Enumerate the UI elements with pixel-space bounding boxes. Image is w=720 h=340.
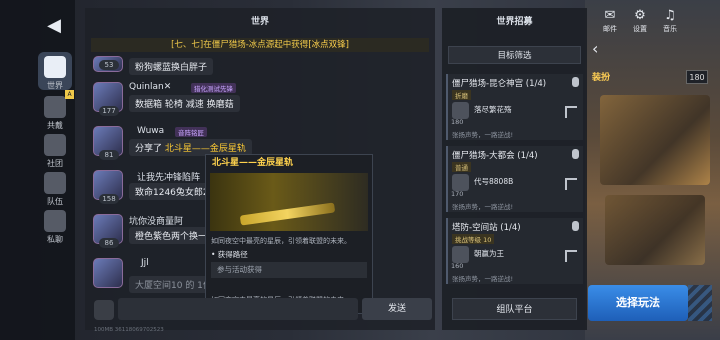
obtain-path[interactable]: 参与活动获得 [211, 262, 367, 278]
item-tooltip: 北斗星——金辰星轨 如同夜空中最亮的星辰，引领着联盟的未来。 • 获得路径 参与… [205, 154, 373, 314]
mail-icon: ✉ [604, 8, 616, 23]
back-arrow-icon[interactable]: ◀ [44, 16, 64, 36]
crate-level-badge: 180 [686, 70, 708, 84]
announcement-item[interactable]: [冰点双锋] [308, 40, 349, 50]
gear-icon: ⚙ [634, 8, 646, 23]
team-platform-button[interactable]: 组队平台 [452, 298, 577, 320]
top-icon-bar: ✉ 邮件 ⚙ 设置 ♫ 音乐 [596, 8, 720, 38]
level-badge: 158 [99, 194, 119, 204]
recruit-note: 张扬声势，一路逆战! [452, 131, 514, 139]
difficulty-tag: 普通 [452, 162, 471, 172]
chat-bubble-icon [44, 210, 66, 232]
sidebar-item-private[interactable]: 私聊 [40, 210, 70, 245]
planet-icon [44, 56, 66, 78]
weapon-image [210, 173, 368, 231]
level-badge: 53 [99, 60, 119, 70]
music-label: 音乐 [663, 25, 677, 33]
select-mode-button[interactable]: 选择玩法 [588, 285, 688, 321]
username[interactable]: Quinlan✕ [129, 82, 171, 92]
mail-label: 邮件 [603, 25, 617, 33]
username[interactable]: Wuwa [137, 126, 164, 136]
avatar[interactable] [93, 258, 123, 288]
host-avatar [452, 246, 469, 263]
host-name: 朝赢为王 [474, 249, 504, 258]
recruit-panel: 世界招募 目标筛选 僵尸猎场-昆仑神宫 (1/4) 折磨 180 落尽繁花殇 张… [442, 8, 587, 330]
play-button-decoration [688, 285, 712, 321]
music-icon: ♫ [664, 8, 676, 23]
level-badge: 177 [99, 106, 119, 116]
username[interactable]: 坑你没商量阿 [129, 214, 183, 227]
title-tag: 音阵铭匠 [175, 127, 207, 137]
flag-icon [44, 96, 66, 118]
system-announcement: [七、七]在僵尸猎场-冰点源起中获得[冰点双锋] [91, 38, 429, 52]
message-text: 粉狗螺蓝换白胖子 [129, 58, 214, 75]
shared-item-link[interactable]: 北斗星——金辰星轨 [165, 144, 246, 154]
share-prefix: 分享了 [135, 144, 165, 154]
title-tag: 猎化测试先锋 [191, 83, 236, 93]
sidebar-item-world[interactable]: 世界 [40, 56, 70, 91]
host-name: 落尽繁花殇 [474, 105, 512, 114]
item-title: 北斗星——金辰星轨 [212, 158, 294, 168]
send-button[interactable]: 发送 [362, 298, 432, 320]
new-badge: A [65, 90, 74, 99]
settings-button[interactable]: ⚙ 设置 [626, 8, 654, 34]
weapon-crate-image[interactable] [600, 95, 710, 185]
recruit-card[interactable]: 僵尸猎场-昆仑神宫 (1/4) 折磨 180 落尽繁花殇 张扬声势，一路逆战! [446, 74, 583, 140]
room-name: 僵尸猎场-大都会 (1/4) [452, 151, 538, 161]
mic-icon [572, 149, 579, 159]
host-name: 代号8808B [474, 177, 514, 186]
sidebar-item-share[interactable]: 共戴 [40, 96, 70, 131]
level-badge: 86 [99, 238, 119, 248]
join-flag-icon[interactable] [565, 178, 577, 190]
announcement-text: [七、七]在僵尸猎场-冰点源起中获得 [171, 40, 309, 50]
chevron-left-icon[interactable]: ‹ [592, 40, 608, 58]
club-icon [44, 134, 66, 156]
message-text: 数据箱 轮椅 减速 换磨菇 [129, 95, 240, 112]
team-flag-icon [44, 172, 66, 194]
recruit-card[interactable]: 僵尸猎场-大都会 (1/4) 普通 170 代号8808B 张扬声势，一路逆战! [446, 146, 583, 212]
host-avatar [452, 102, 469, 119]
host-avatar [452, 174, 469, 191]
join-flag-icon[interactable] [565, 106, 577, 118]
host-level: 180 [451, 118, 464, 126]
join-flag-icon[interactable] [565, 250, 577, 262]
sidebar-item-label: 队伍 [47, 197, 63, 206]
sidebar-item-team[interactable]: 队伍 [40, 172, 70, 207]
difficulty-tag: 折磨 [452, 90, 471, 100]
host-level: 160 [451, 262, 464, 270]
recruit-note: 张扬声势，一路逆战! [452, 275, 514, 283]
room-name: 僵尸猎场-昆仑神宫 (1/4) [452, 79, 547, 89]
recruit-card[interactable]: 塔防-空间站 (1/4) 挑战等级 10 160 朝赢为王 张扬声势，一路逆战! [446, 218, 583, 284]
target-filter-button[interactable]: 目标筛选 [448, 46, 581, 64]
sidebar-item-club[interactable]: 社团 [40, 134, 70, 169]
recruit-title: 世界招募 [496, 17, 533, 27]
difficulty-tag: 挑战等级 10 [452, 234, 495, 244]
recruit-note: 张扬声势，一路逆战! [452, 203, 514, 211]
music-button[interactable]: ♫ 音乐 [656, 8, 684, 34]
voice-mic-icon[interactable] [94, 300, 114, 320]
username[interactable]: Jjl [141, 258, 149, 268]
settings-label: 设置 [633, 25, 647, 33]
weapon-icon [239, 202, 336, 226]
sidebar-item-label: 世界 [47, 81, 63, 90]
sidebar-item-label: 共戴 [47, 121, 63, 130]
level-badge: 81 [99, 150, 119, 160]
chat-title: 世界 [250, 17, 269, 27]
sidebar-item-label: 私聊 [47, 235, 63, 244]
sidebar-item-label: 社团 [47, 159, 63, 168]
item-description: 如同夜空中最亮的星辰，引领着联盟的未来。 [211, 237, 351, 245]
username[interactable]: 让我先冲锋陷阵 [137, 170, 200, 183]
chat-input[interactable] [118, 298, 358, 320]
obtain-heading: • 获得路径 [211, 250, 248, 259]
mic-icon [572, 221, 579, 231]
host-level: 170 [451, 190, 464, 198]
crate-label: 装扮 [592, 73, 611, 83]
footer-info: 100MB 36118069702523 [94, 327, 164, 333]
weapon-crate-image-2[interactable] [605, 195, 705, 265]
mic-icon [572, 77, 579, 87]
left-rail [0, 0, 75, 340]
room-name: 塔防-空间站 (1/4) [452, 223, 521, 233]
mail-button[interactable]: ✉ 邮件 [596, 8, 624, 34]
